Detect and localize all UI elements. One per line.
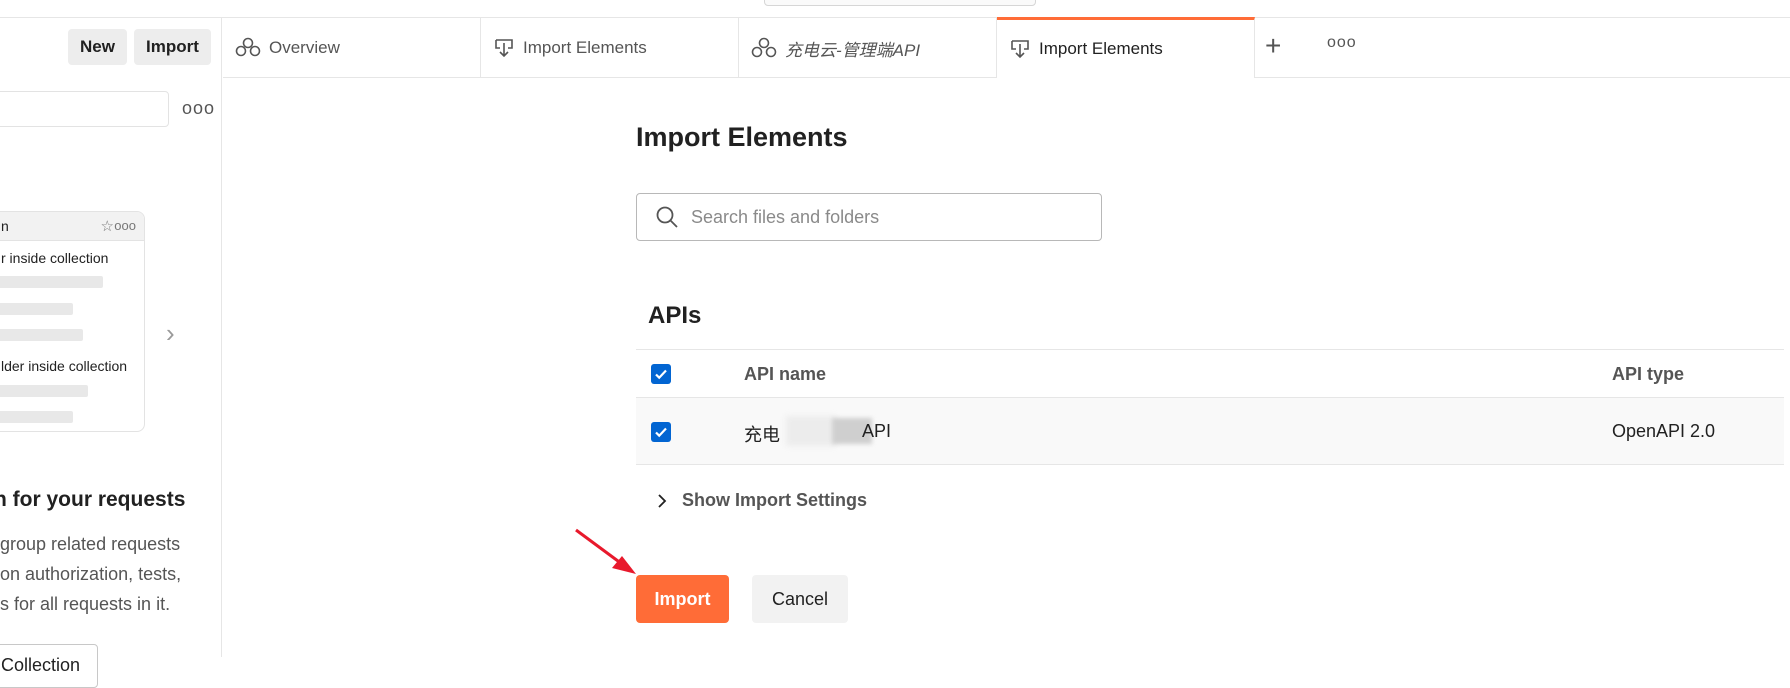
api-icon — [751, 37, 777, 58]
sidebar-desc-line: on authorization, tests, — [0, 564, 182, 584]
search-input[interactable] — [691, 206, 1071, 228]
card-header-label: n — [1, 218, 9, 234]
sidebar-more-icon[interactable]: ooo — [182, 98, 215, 119]
chevron-right-icon[interactable]: › — [166, 318, 175, 349]
import-button[interactable]: Import — [134, 29, 211, 65]
import-icon — [1011, 40, 1029, 59]
cancel-button[interactable]: Cancel — [752, 575, 848, 623]
skeleton-bar — [0, 411, 73, 423]
column-header-api-name: API name — [744, 364, 827, 384]
chevron-right-icon — [658, 493, 667, 508]
table-header-row: API name API type — [636, 349, 1784, 397]
import-submit-button[interactable]: Import — [636, 575, 729, 623]
tab-label: Import Elements — [523, 38, 647, 57]
skeleton-bar — [0, 303, 73, 315]
select-all-checkbox[interactable] — [651, 364, 671, 384]
skeleton-bar — [0, 329, 83, 341]
api-type-value: OpenAPI 2.0 — [1612, 421, 1716, 441]
tab-import-elements-1[interactable]: Import Elements — [481, 18, 739, 78]
sidebar-desc-line: s for all requests in it. — [0, 594, 171, 614]
sidebar-filter-input[interactable] — [0, 91, 169, 127]
api-name-end: API — [862, 421, 892, 441]
api-name-start: 充电 — [744, 425, 780, 445]
apis-section-title: APIs — [648, 302, 702, 329]
card-line-subfolder: lder inside collection — [1, 358, 128, 374]
create-collection-button[interactable]: Collection — [0, 644, 98, 688]
tab-overview[interactable]: Overview — [223, 18, 481, 78]
collection-illustration-card: n ☆ ooo r inside collection lder inside … — [0, 211, 145, 432]
tab-import-elements-active[interactable]: Import Elements — [997, 17, 1255, 78]
tab-label: 充电云-管理端API — [785, 40, 921, 60]
sidebar-heading: n for your requests — [0, 488, 186, 511]
search-field[interactable] — [636, 193, 1102, 241]
import-icon — [495, 39, 513, 58]
skeleton-bar — [0, 276, 103, 288]
window-top-strip — [0, 0, 1790, 18]
star-icon: ☆ — [100, 218, 114, 235]
sidebar: New Import ooo n ☆ ooo r inside collecti… — [0, 18, 222, 688]
new-tab-plus-icon[interactable]: + — [1265, 30, 1281, 62]
top-search-pill[interactable] — [764, 0, 1036, 6]
tab-label: Overview — [269, 38, 340, 57]
column-header-api-type: API type — [1612, 364, 1685, 384]
tab-api[interactable]: 充电云-管理端API — [739, 18, 997, 78]
search-icon — [656, 206, 678, 228]
check-icon — [655, 369, 667, 380]
page-title: Import Elements — [636, 122, 848, 152]
new-button[interactable]: New — [68, 29, 127, 65]
row-checkbox[interactable] — [651, 422, 671, 442]
table-row[interactable]: 充电 API OpenAPI 2.0 — [636, 397, 1784, 465]
apis-table: API name API type 充电 API OpenAPI 2.0 — [636, 349, 1784, 465]
tab-more-icon[interactable]: ooo — [1327, 34, 1357, 52]
show-import-settings-label: Show Import Settings — [682, 490, 868, 510]
skeleton-bar — [0, 385, 88, 397]
card-header: n ☆ ooo — [0, 212, 144, 241]
show-import-settings-toggle[interactable]: Show Import Settings — [656, 490, 867, 511]
check-icon — [655, 427, 667, 438]
tab-label: Import Elements — [1039, 39, 1163, 58]
card-more-icon: ooo — [114, 218, 136, 233]
sidebar-desc-line: group related requests — [0, 534, 181, 554]
card-line-folder: r inside collection — [1, 250, 109, 266]
team-icon — [235, 37, 261, 57]
red-arrow-annotation-icon — [575, 528, 636, 574]
tab-bar: Overview Import Elements 充电云-管理端API Impo… — [223, 17, 1790, 78]
